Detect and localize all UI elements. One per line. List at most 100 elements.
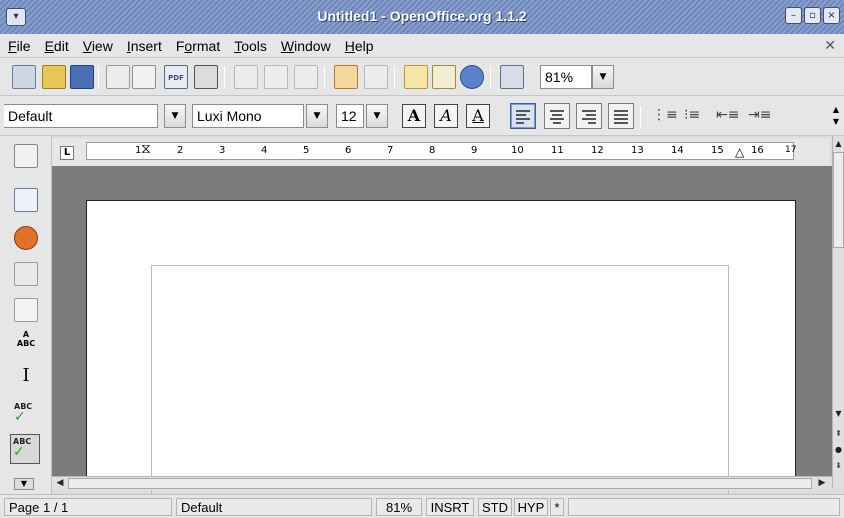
ruler-label: 9 — [471, 145, 478, 156]
ruler-label: 16 — [751, 145, 764, 156]
ruler-label: 3 — [219, 145, 226, 156]
left-indent-marker-icon[interactable]: ⧖ — [141, 141, 151, 157]
numbering-icon[interactable]: ⋮≡ — [652, 104, 678, 126]
hscroll-thumb[interactable] — [68, 478, 812, 489]
selection-mode[interactable]: STD — [478, 498, 512, 516]
text-cursor-icon[interactable]: I — [14, 364, 38, 388]
align-left-button[interactable] — [510, 103, 536, 129]
insert-mode[interactable]: INSRT — [426, 498, 474, 516]
paste-icon[interactable] — [294, 65, 318, 89]
data-sources-icon[interactable] — [500, 65, 524, 89]
size-dropdown-icon[interactable]: ▼ — [366, 104, 388, 128]
close-button[interactable]: × — [823, 7, 840, 24]
align-right-button[interactable] — [576, 103, 602, 129]
ruler-scale[interactable]: 1 2 3 4 5 6 7 8 9 10 11 12 13 14 15 16 1… — [86, 141, 797, 160]
modified-indicator: * — [550, 498, 564, 516]
zoom-dropdown-icon[interactable]: ▼ — [592, 65, 614, 89]
tab-stop-icon[interactable]: L — [60, 146, 74, 160]
menu-window[interactable]: Window — [281, 38, 331, 54]
scroll-up-icon[interactable]: ▲ — [833, 138, 844, 150]
zoom-combo[interactable]: 81% — [540, 65, 592, 89]
page-style[interactable]: Default — [176, 498, 372, 516]
style-dropdown-icon[interactable]: ▼ — [164, 104, 186, 128]
toolbar-scroll-icon[interactable]: ▲ ▼ — [830, 104, 842, 128]
horizontal-scrollbar[interactable]: ◀ ▶ — [52, 476, 832, 490]
paragraph-style-combo[interactable]: Default — [4, 104, 158, 128]
toolbar-more-icon[interactable]: ▼ — [14, 478, 34, 490]
text-boundary[interactable] — [151, 265, 729, 505]
cut-icon[interactable] — [234, 65, 258, 89]
underline-button[interactable]: A — [466, 104, 490, 128]
form-controls-icon[interactable] — [14, 298, 38, 322]
justify-button[interactable] — [608, 103, 634, 129]
menu-insert[interactable]: Insert — [127, 38, 162, 54]
ruler-label: 15 — [711, 145, 724, 156]
insert-table-icon[interactable] — [14, 144, 38, 168]
status-bar: Page 1 / 1 Default 81% INSRT STD HYP * — [0, 494, 844, 518]
export-pdf-icon[interactable]: PDF — [164, 65, 188, 89]
font-name-combo[interactable]: Luxi Mono — [192, 104, 304, 128]
right-indent-marker-icon[interactable]: △ — [735, 145, 744, 159]
menu-view[interactable]: View — [83, 38, 113, 54]
scroll-left-icon[interactable]: ◀ — [54, 477, 66, 490]
text-animation-icon[interactable]: A ABC — [14, 330, 38, 358]
menu-file[interactable]: File — [8, 38, 31, 54]
zoom-status[interactable]: 81% — [376, 498, 422, 516]
hyperlink-mode[interactable]: HYP — [514, 498, 548, 516]
align-center-button[interactable] — [544, 103, 570, 129]
document-area[interactable] — [52, 166, 832, 505]
vertical-scrollbar[interactable]: ▲ ▼ ⇞ ● ⇟ — [832, 136, 844, 488]
scroll-thumb[interactable] — [833, 152, 844, 248]
next-page-icon[interactable]: ⇟ — [833, 460, 844, 472]
bullets-icon[interactable]: ⁝≡ — [684, 104, 704, 126]
insert-objects-icon[interactable] — [14, 226, 38, 250]
standard-toolbar: PDF 81% ▼ — [0, 58, 844, 96]
ruler-label: 17 — [785, 145, 797, 155]
navigation-icon[interactable]: ● — [833, 444, 844, 456]
autospellcheck-icon[interactable]: ABC ✓ — [10, 434, 40, 464]
document-page[interactable] — [86, 200, 796, 505]
ruler-label: 6 — [345, 145, 352, 156]
draw-functions-icon[interactable] — [14, 262, 38, 286]
status-extra — [568, 498, 840, 516]
page-indicator[interactable]: Page 1 / 1 — [4, 498, 172, 516]
open-folder-icon[interactable] — [42, 65, 66, 89]
minimize-button[interactable]: – — [785, 7, 802, 24]
ruler-label: 7 — [387, 145, 394, 156]
navigator-icon[interactable] — [404, 65, 428, 89]
menu-tools[interactable]: Tools — [234, 38, 267, 54]
menu-edit[interactable]: Edit — [45, 38, 69, 54]
title-bar: ▾ Untitled1 - OpenOffice.org 1.1.2 – ▫ × — [0, 0, 844, 34]
edit-icon[interactable] — [132, 65, 156, 89]
window-title: Untitled1 - OpenOffice.org 1.1.2 — [317, 8, 527, 24]
decrease-indent-icon[interactable]: ⇤≡ — [716, 104, 739, 126]
load-url-icon[interactable] — [12, 65, 36, 89]
maximize-button[interactable]: ▫ — [804, 7, 821, 24]
bold-button[interactable]: A — [402, 104, 426, 128]
font-size-combo[interactable]: 12 — [336, 104, 364, 128]
menu-format[interactable]: Format — [176, 38, 220, 54]
openoffice-window: ▾ Untitled1 - OpenOffice.org 1.1.2 – ▫ ×… — [0, 0, 844, 518]
copy-icon[interactable] — [264, 65, 288, 89]
insert-table-icon[interactable] — [432, 65, 456, 89]
gallery-icon[interactable] — [460, 65, 484, 89]
previous-page-icon[interactable]: ⇞ — [833, 428, 844, 440]
print-icon[interactable] — [194, 65, 218, 89]
increase-indent-icon[interactable]: ⇥≡ — [748, 104, 771, 126]
horizontal-ruler: L 1 2 3 4 5 6 7 8 9 10 11 12 13 14 15 16… — [52, 138, 830, 166]
undo-icon[interactable] — [334, 65, 358, 89]
ruler-label: 8 — [429, 145, 436, 156]
save-icon[interactable] — [70, 65, 94, 89]
insert-fields-icon[interactable] — [14, 188, 38, 212]
ruler-label: 5 — [303, 145, 310, 156]
menu-help[interactable]: Help — [345, 38, 374, 54]
spellcheck-icon[interactable]: ABC ✓ — [14, 402, 38, 428]
ruler-label: 12 — [591, 145, 604, 156]
italic-button[interactable]: A — [434, 104, 458, 128]
font-dropdown-icon[interactable]: ▼ — [306, 104, 328, 128]
document-close-icon[interactable]: ✕ — [824, 38, 836, 54]
scroll-right-icon[interactable]: ▶ — [816, 477, 828, 490]
edit-file-icon[interactable] — [106, 65, 130, 89]
scroll-down-icon[interactable]: ▼ — [833, 408, 844, 420]
redo-icon[interactable] — [364, 65, 388, 89]
